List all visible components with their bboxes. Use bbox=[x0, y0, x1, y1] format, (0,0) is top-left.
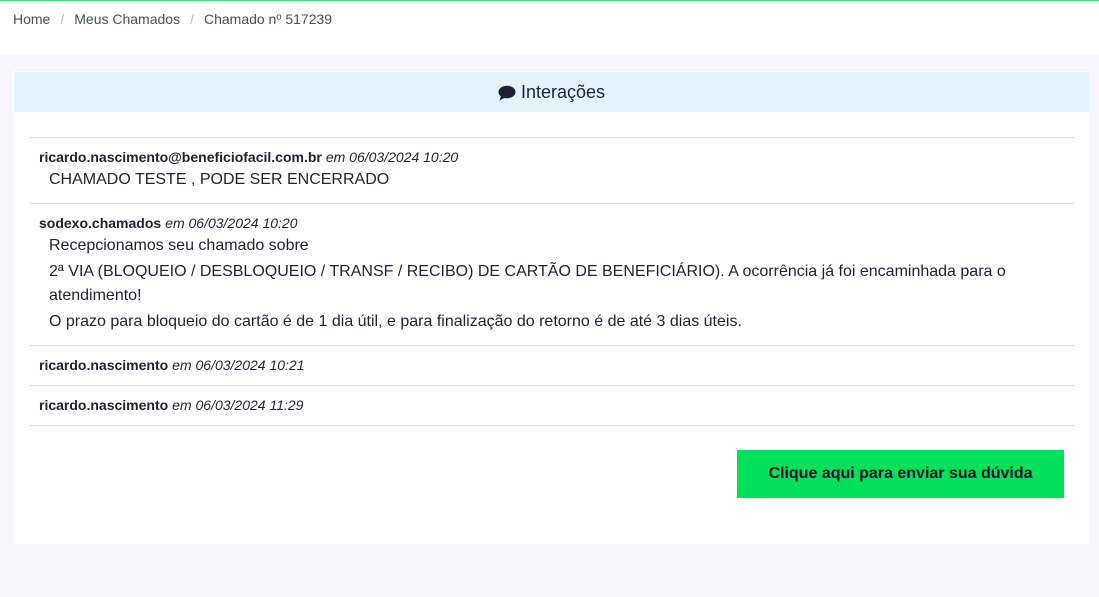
interactions-divider bbox=[29, 425, 1075, 426]
interaction-author: ricardo.nascimento@beneficiofacil.com.br bbox=[39, 149, 322, 165]
message-line: Recepcionamos seu chamado sobre bbox=[49, 237, 309, 254]
send-question-button[interactable]: Clique aqui para enviar sua dúvida bbox=[737, 450, 1064, 498]
interaction-message: Recepcionamos seu chamado sobre 2ª VIA (… bbox=[39, 234, 1065, 334]
breadcrumb-separator: / bbox=[60, 11, 65, 27]
interaction-message: CHAMADO TESTE , PODE SER ENCERRADO bbox=[39, 168, 1065, 192]
breadcrumb-separator: / bbox=[190, 11, 194, 27]
breadcrumb-current-ticket: Chamado nº 517239 bbox=[203, 11, 333, 27]
interaction-meta: ricardo.nascimento em 06/03/2024 11:29 bbox=[39, 396, 1065, 414]
breadcrumb-home[interactable]: Home bbox=[13, 11, 50, 27]
message-line: 2ª VIA (BLOQUEIO / DESBLOQUEIO / TRANSF … bbox=[49, 263, 1006, 304]
interaction-item: sodexo.chamados em 06/03/2024 10:20 Recep… bbox=[29, 203, 1075, 345]
interaction-meta: sodexo.chamados em 06/03/2024 10:20 bbox=[39, 214, 1065, 232]
interactions-header: Interações bbox=[14, 72, 1089, 112]
breadcrumb: Home / Meus Chamados / Chamado nº 517239 bbox=[13, 11, 332, 27]
interaction-author: ricardo.nascimento bbox=[39, 357, 169, 373]
message-line: O prazo para bloqueio do cartão é de 1 d… bbox=[49, 313, 742, 330]
interactions-title: Interações bbox=[520, 81, 606, 102]
interaction-date: em 06/03/2024 10:21 bbox=[172, 357, 305, 373]
interaction-date: em 06/03/2024 10:20 bbox=[325, 149, 459, 165]
interactions-list: ricardo.nascimento@beneficiofacil.com.br… bbox=[29, 137, 1075, 426]
interaction-date: em 06/03/2024 10:20 bbox=[165, 215, 298, 231]
interactions-card: Interações ricardo.nascimento@beneficiof… bbox=[13, 71, 1089, 544]
breadcrumb-my-tickets[interactable]: Meus Chamados bbox=[74, 11, 180, 27]
interaction-date: em 06/03/2024 11:29 bbox=[172, 397, 304, 413]
interaction-author: ricardo.nascimento bbox=[39, 397, 169, 413]
interaction-meta: ricardo.nascimento em 06/03/2024 10:21 bbox=[39, 356, 1065, 374]
interaction-item: ricardo.nascimento em 06/03/2024 10:21 bbox=[29, 345, 1075, 385]
comment-icon bbox=[498, 85, 516, 101]
interaction-item: ricardo.nascimento@beneficiofacil.com.br… bbox=[29, 137, 1075, 203]
interaction-author: sodexo.chamados bbox=[39, 215, 162, 231]
interaction-item: ricardo.nascimento em 06/03/2024 11:29 bbox=[29, 385, 1075, 425]
breadcrumb-bar: Home / Meus Chamados / Chamado nº 517239 bbox=[0, 1, 1099, 55]
interaction-meta: ricardo.nascimento@beneficiofacil.com.br… bbox=[39, 148, 1065, 166]
message-line: CHAMADO TESTE , PODE SER ENCERRADO bbox=[49, 171, 390, 188]
